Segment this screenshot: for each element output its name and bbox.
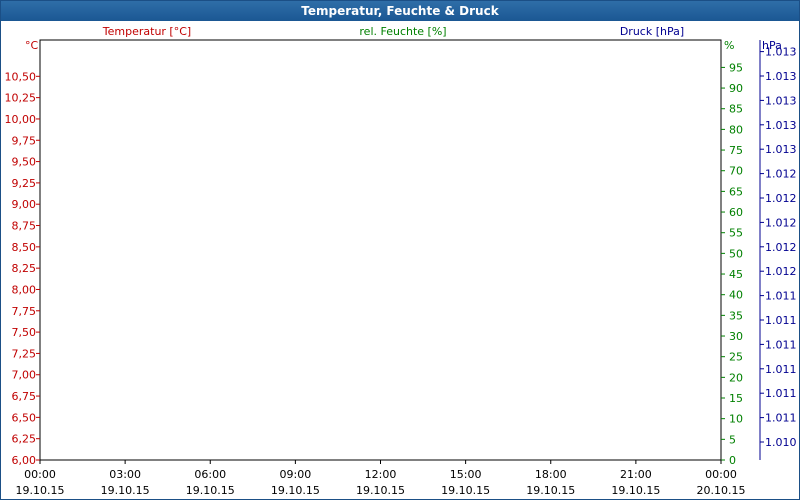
x-tick-time: 15:00 <box>450 468 482 481</box>
humidity-tick-label: 25 <box>729 351 743 364</box>
pressure-tick-label: 1.011 <box>765 314 797 327</box>
x-tick-time: 12:00 <box>365 468 397 481</box>
x-tick-date: 19.10.15 <box>356 484 405 497</box>
humidity-tick-label: 75 <box>729 144 743 157</box>
humidity-tick-label: 5 <box>729 433 736 446</box>
pressure-tick-label: 1.013 <box>765 94 797 107</box>
pressure-tick-label: 1.011 <box>765 338 797 351</box>
x-tick-time: 18:00 <box>535 468 567 481</box>
pressure-axis-unit: hPa <box>762 39 782 52</box>
left-tick-label: 8,75 <box>12 220 37 233</box>
left-tick-label: 7,25 <box>12 347 37 360</box>
left-tick-label: 10,00 <box>5 113 37 126</box>
pressure-tick-label: 1.012 <box>765 168 797 181</box>
pressure-tick-label: 1.013 <box>765 119 797 132</box>
humidity-tick-label: 85 <box>729 103 743 116</box>
pressure-tick-label: 1.012 <box>765 265 797 278</box>
humidity-tick-label: 35 <box>729 309 743 322</box>
x-tick-date: 19.10.15 <box>526 484 575 497</box>
humidity-tick-label: 40 <box>729 289 743 302</box>
x-tick-time: 21:00 <box>620 468 652 481</box>
humidity-tick-label: 10 <box>729 413 743 426</box>
humidity-tick-label: 55 <box>729 227 743 240</box>
pressure-tick-label: 1.013 <box>765 143 797 156</box>
left-tick-label: 7,50 <box>12 326 37 339</box>
humidity-tick-label: 50 <box>729 247 743 260</box>
left-tick-label: 8,50 <box>12 241 37 254</box>
x-tick-date: 19.10.15 <box>271 484 320 497</box>
left-tick-label: 9,25 <box>12 177 37 190</box>
left-tick-label: 6,50 <box>12 411 37 424</box>
pressure-axis-label: Druck [hPa] <box>620 25 684 38</box>
x-tick-date: 19.10.15 <box>441 484 490 497</box>
axes-layer <box>36 39 764 464</box>
left-tick-label: 8,25 <box>12 262 37 275</box>
x-tick-date: 20.10.15 <box>697 484 746 497</box>
left-tick-label: 10,25 <box>5 92 37 105</box>
plot-area-border <box>39 39 722 461</box>
x-tick-time: 03:00 <box>109 468 141 481</box>
left-tick-label: 8,00 <box>12 283 37 296</box>
pressure-tick-label: 1.012 <box>765 216 797 229</box>
x-tick-date: 19.10.15 <box>186 484 235 497</box>
humidity-tick-label: 90 <box>729 82 743 95</box>
humidity-tick-label: 65 <box>729 185 743 198</box>
humidity-tick-label: 45 <box>729 268 743 281</box>
left-axis-unit: °C <box>25 39 39 52</box>
humidity-tick-label: 30 <box>729 330 743 343</box>
left-tick-label: 9,50 <box>12 156 37 169</box>
pressure-tick-label: 1.011 <box>765 363 797 376</box>
pressure-tick-label: 1.013 <box>765 70 797 83</box>
pressure-tick-label: 1.011 <box>765 290 797 303</box>
humidity-tick-label: 95 <box>729 61 743 74</box>
pressure-tick-label: 1.012 <box>765 241 797 254</box>
left-tick-label: 10,50 <box>5 70 37 83</box>
x-tick-time: 06:00 <box>194 468 226 481</box>
left-tick-label: 6,00 <box>12 454 37 467</box>
x-tick-date: 19.10.15 <box>16 484 65 497</box>
pressure-tick-label: 1.012 <box>765 192 797 205</box>
x-tick-time: 09:00 <box>280 468 312 481</box>
humidity-axis-label: rel. Feuchte [%] <box>359 25 446 38</box>
left-tick-label: 6,75 <box>12 390 37 403</box>
pressure-tick-label: 1.011 <box>765 387 797 400</box>
left-tick-label: 9,00 <box>12 198 37 211</box>
x-tick-time: 00:00 <box>705 468 737 481</box>
x-tick-date: 19.10.15 <box>611 484 660 497</box>
left-tick-label: 9,75 <box>12 134 37 147</box>
humidity-tick-label: 60 <box>729 206 743 219</box>
x-tick-date: 19.10.15 <box>101 484 150 497</box>
left-tick-label: 6,25 <box>12 433 37 446</box>
left-tick-label: 7,75 <box>12 305 37 318</box>
left-tick-label: 7,00 <box>12 369 37 382</box>
chart-svg: 6,00 6,25 6,50 6,75 7,00 7,25 7,50 7,75 8,00 8,25… <box>5 25 797 497</box>
pressure-tick-label: 1.011 <box>765 412 797 425</box>
x-tick-time: 00:00 <box>24 468 56 481</box>
pressure-tick-label: 1.010 <box>765 436 797 449</box>
humidity-tick-label: 20 <box>729 371 743 384</box>
humidity-axis-unit: % <box>724 39 734 52</box>
humidity-tick-label: 70 <box>729 165 743 178</box>
humidity-tick-label: 80 <box>729 123 743 136</box>
humidity-tick-label: 0 <box>729 454 736 467</box>
humidity-tick-label: 15 <box>729 392 743 405</box>
left-axis-label: Temperatur [°C] <box>102 25 191 38</box>
